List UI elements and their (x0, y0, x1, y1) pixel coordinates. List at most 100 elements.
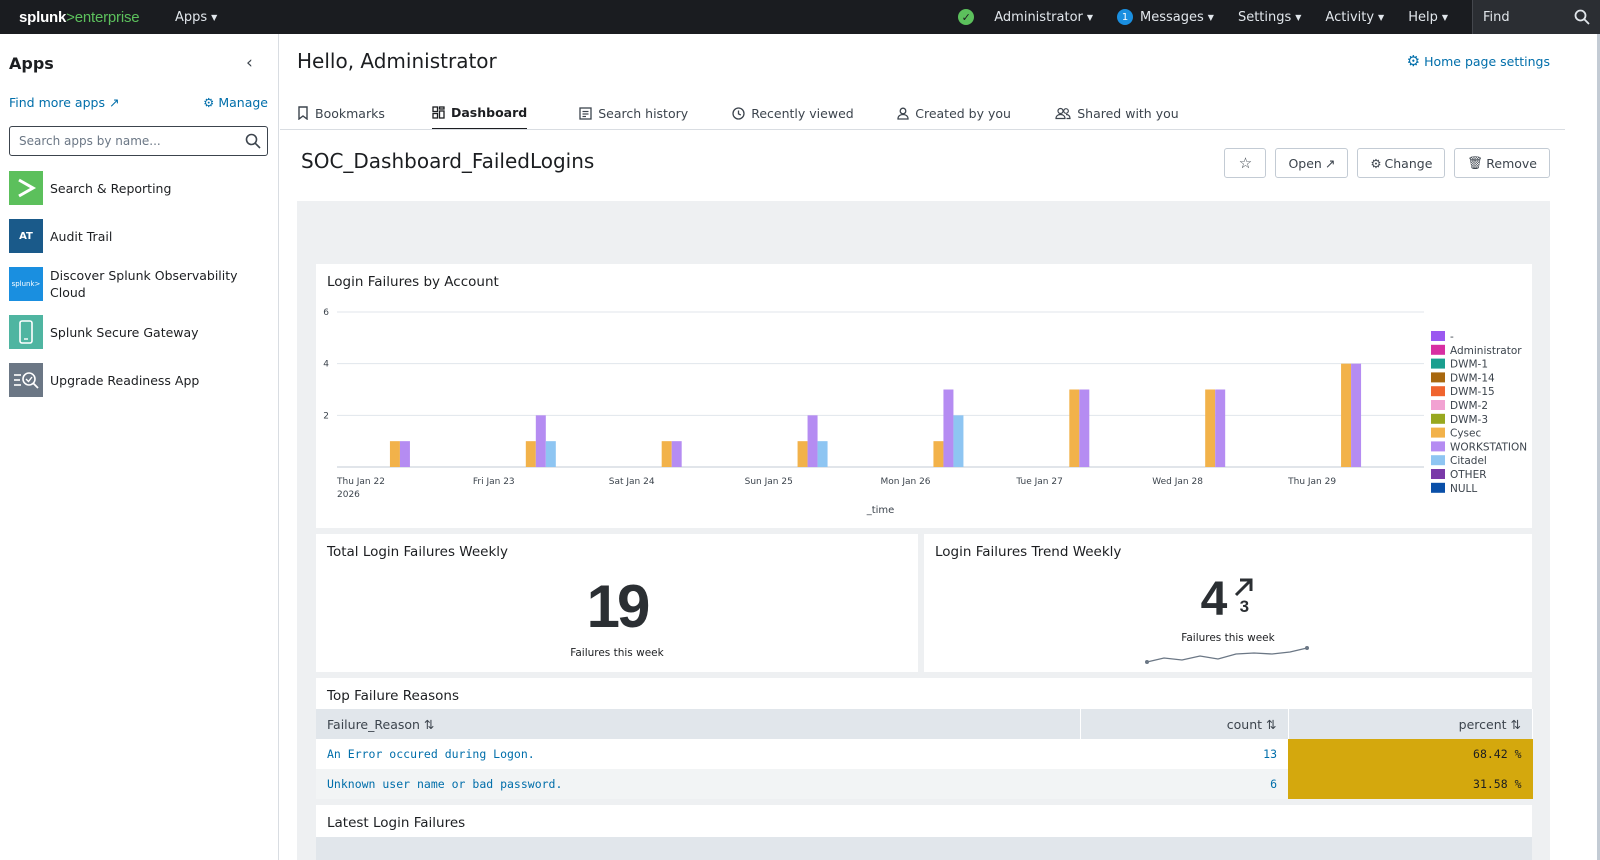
trash-icon: 🗑 (1467, 155, 1484, 170)
tab-label: Shared with you (1077, 105, 1179, 121)
app-label: Discover Splunk Observability Cloud (50, 268, 238, 300)
bar-citadel (545, 441, 556, 467)
bar-workstation (1351, 363, 1362, 467)
legend-swatch (1431, 372, 1445, 383)
legend-label: Administrator (1450, 345, 1522, 357)
open-button[interactable]: Open ↗ (1275, 148, 1349, 178)
external-link-icon: ↗ (108, 95, 120, 110)
failure-reason-cell[interactable]: Unknown user name or bad password. (316, 769, 1080, 799)
tab-label: Dashboard (451, 104, 528, 120)
latest-table-header (316, 837, 1532, 860)
x-tick-label: Fri Jan 23 (473, 477, 515, 487)
x-axis-title: _time (866, 505, 895, 516)
app-search-reporting[interactable]: Search & Reporting (9, 171, 271, 205)
count-cell[interactable]: 6 (1080, 769, 1288, 799)
legend-swatch (1431, 386, 1445, 397)
trend-caption: Failures this week (1181, 632, 1275, 644)
sort-icon: ⇅ (1510, 716, 1521, 732)
splunk-logo[interactable]: splunk>enterprise (0, 9, 175, 26)
table-row[interactable]: Unknown user name or bad password. 6 31.… (316, 769, 1533, 799)
tab-label: Created by you (915, 105, 1011, 121)
bar-workstation (807, 415, 818, 467)
bar-citadel (953, 415, 964, 467)
tab-search-history[interactable]: Search history (579, 104, 732, 130)
app-secure-gateway[interactable]: Splunk Secure Gateway (9, 315, 271, 349)
x-tick-label: Sun Jan 25 (745, 477, 793, 487)
collapse-sidebar-icon[interactable]: ‹ (246, 53, 253, 73)
caret-down-icon: ▼ (1441, 12, 1448, 22)
count-cell[interactable]: 13 (1080, 739, 1288, 769)
total-failures-value[interactable]: 19 (316, 572, 918, 641)
bookmark-icon (298, 106, 308, 120)
tab-bookmarks[interactable]: Bookmarks (297, 104, 432, 130)
legend-label: - (1450, 331, 1454, 343)
bar-cysec (1069, 389, 1080, 467)
failure-reason-cell[interactable]: An Error occured during Logon. (316, 739, 1080, 769)
search-icon[interactable] (1574, 9, 1590, 25)
column-header-failure-reason[interactable]: Failure_Reason ⇅ (316, 709, 1081, 739)
column-header-count[interactable]: count ⇅ (1080, 709, 1289, 739)
star-icon: ☆ (1238, 154, 1253, 172)
mobile-device-icon (9, 315, 43, 349)
app-discover-observability[interactable]: splunk> Discover Splunk Observability Cl… (9, 267, 271, 301)
column-header-percent[interactable]: percent ⇅ (1288, 709, 1533, 739)
tab-created-by-you[interactable]: Created by you (897, 104, 1055, 130)
bookmark-star-button[interactable]: ☆ (1224, 148, 1267, 178)
logo-main-text: splunk (19, 8, 67, 26)
search-icon[interactable] (245, 133, 261, 149)
legend-label: Citadel (1450, 455, 1487, 467)
activity-menu[interactable]: Activity ▼ (1325, 10, 1384, 25)
remove-button[interactable]: 🗑 Remove (1454, 148, 1550, 178)
table-row[interactable]: An Error occured during Logon. 13 68.42 … (316, 739, 1533, 769)
health-status-icon[interactable]: ✓ (958, 9, 975, 25)
bar-cysec (1205, 389, 1216, 467)
manage-label: Manage (218, 95, 268, 110)
trend-panel: Login Failures Trend Weekly 4 3 Failures… (924, 534, 1532, 672)
tab-shared-with-you[interactable]: Shared with you (1055, 104, 1179, 130)
apps-sidebar: Apps ‹ Find more apps ↗ ⚙ Manage Search … (0, 34, 279, 860)
messages-menu[interactable]: 1 Messages ▼ (1117, 9, 1214, 25)
logo-separator: > (66, 8, 75, 26)
percent-cell[interactable]: 68.42 % (1288, 739, 1533, 769)
find-more-apps-link[interactable]: Find more apps ↗ (9, 95, 119, 110)
settings-menu-label: Settings (1237, 9, 1292, 25)
help-menu[interactable]: Help ▼ (1408, 10, 1448, 25)
legend-label: DWM-3 (1450, 414, 1488, 426)
legend-swatch (1431, 482, 1445, 493)
percent-cell[interactable]: 31.58 % (1288, 769, 1533, 799)
x-tick-label: Thu Jan 22 (336, 477, 385, 487)
find-input[interactable]: Find (1472, 0, 1600, 34)
change-button[interactable]: ⚙ Change (1357, 148, 1446, 178)
total-failures-panel: Total Login Failures Weekly 19 Failures … (316, 534, 918, 672)
search-apps-input[interactable] (9, 126, 268, 156)
login-failures-chart[interactable]: 2 4 6 Thu Jan 22 2026 Fri Jan 23 Sat Jan 24 Sun… (316, 264, 1532, 528)
caret-down-icon: ▼ (1086, 12, 1094, 22)
top-failure-reasons-panel: Top Failure Reasons Failure_Reason ⇅ cou… (316, 678, 1533, 799)
legend-swatch (1431, 358, 1445, 369)
sort-icon: ⇅ (423, 716, 435, 732)
x-tick-label: Mon Jan 26 (881, 477, 931, 487)
main-content: Hello, Administrator ⚙ Home page setting… (280, 34, 1565, 860)
user-menu[interactable]: Administrator ▼ (994, 10, 1093, 25)
manage-apps-link[interactable]: ⚙ Manage (203, 95, 268, 110)
legend-label: DWM-1 (1450, 359, 1488, 371)
legend-label: WORKSTATION (1450, 441, 1527, 453)
audit-trail-icon: AT (9, 219, 43, 253)
apps-menu[interactable]: Apps ▼ (175, 10, 217, 25)
tab-recently-viewed[interactable]: Recently viewed (732, 104, 897, 130)
table-header-row: Failure_Reason ⇅ count ⇅ percent ⇅ (316, 709, 1533, 739)
y-tick-label: 4 (323, 360, 329, 370)
activity-menu-label: Activity (1325, 9, 1375, 25)
app-upgrade-readiness[interactable]: Upgrade Readiness App (9, 363, 271, 397)
bar-workstation (671, 441, 682, 467)
tab-label: Search history (598, 105, 689, 121)
bar-cysec (389, 441, 400, 467)
legend-swatch (1431, 441, 1445, 452)
tab-dashboard[interactable]: Dashboard (432, 104, 528, 130)
home-page-settings-link[interactable]: ⚙ Home page settings (1407, 52, 1550, 70)
legend-swatch (1431, 427, 1445, 438)
app-audit-trail[interactable]: AT Audit Trail (9, 219, 271, 253)
settings-menu[interactable]: Settings ▼ (1238, 10, 1301, 25)
upgrade-readiness-icon (9, 363, 43, 397)
trend-value[interactable]: 4 (1201, 576, 1228, 624)
